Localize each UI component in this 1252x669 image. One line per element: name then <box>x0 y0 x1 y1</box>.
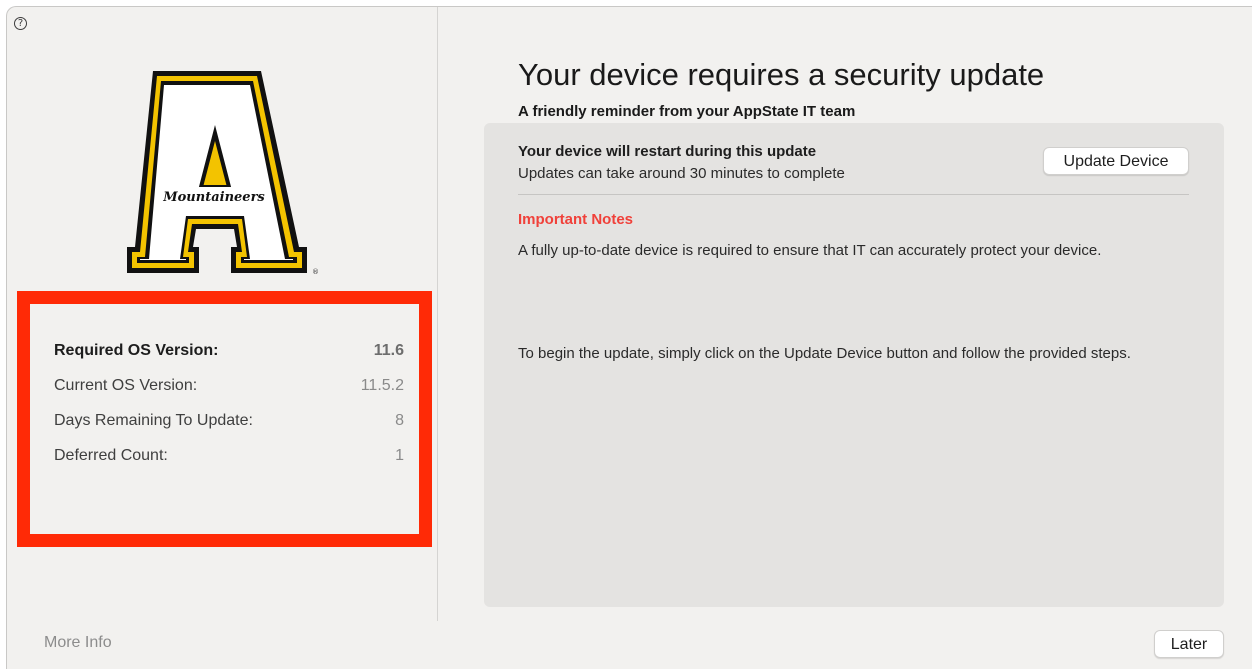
current-os-value: 11.5.2 <box>360 377 404 394</box>
deferred-count-value: 1 <box>395 447 404 464</box>
restart-title: Your device will restart during this upd… <box>518 143 817 160</box>
logo-graphic: Mountaineers ® <box>127 71 319 276</box>
page-subtitle: A friendly reminder from your AppState I… <box>518 103 856 120</box>
restart-subtitle: Updates can take around 30 minutes to co… <box>518 165 845 182</box>
update-dialog-window: ? Mountaineers ® Required OS Version: 11… <box>6 6 1252 669</box>
notes-paragraph-2: To begin the update, simply click on the… <box>518 345 1131 362</box>
days-remaining-value: 8 <box>395 412 404 429</box>
page-title: Your device requires a security update <box>518 57 1045 92</box>
help-icon[interactable]: ? <box>14 17 27 30</box>
notes-paragraph-1: A fully up-to-date device is required to… <box>518 242 1102 259</box>
appstate-logo: Mountaineers ® <box>123 67 323 282</box>
current-os-label: Current OS Version: <box>54 377 198 394</box>
important-notes-title: Important Notes <box>518 211 634 228</box>
registered-mark: ® <box>312 268 319 276</box>
more-info-button[interactable]: More Info <box>44 634 112 652</box>
required-os-value: 11.6 <box>373 342 404 359</box>
days-remaining-label: Days Remaining To Update: <box>54 412 253 429</box>
deferred-count-label: Deferred Count: <box>54 447 168 464</box>
panel-divider <box>518 194 1189 195</box>
update-panel: Your device will restart during this upd… <box>484 123 1224 607</box>
logo-wordmark: Mountaineers <box>162 190 265 205</box>
required-os-label: Required OS Version: <box>54 342 219 359</box>
update-device-button[interactable]: Update Device <box>1043 147 1189 175</box>
later-button[interactable]: Later <box>1154 630 1224 658</box>
os-info-highlight-box: Required OS Version: 11.6 Current OS Ver… <box>17 291 432 547</box>
sidebar-divider <box>437 7 438 621</box>
